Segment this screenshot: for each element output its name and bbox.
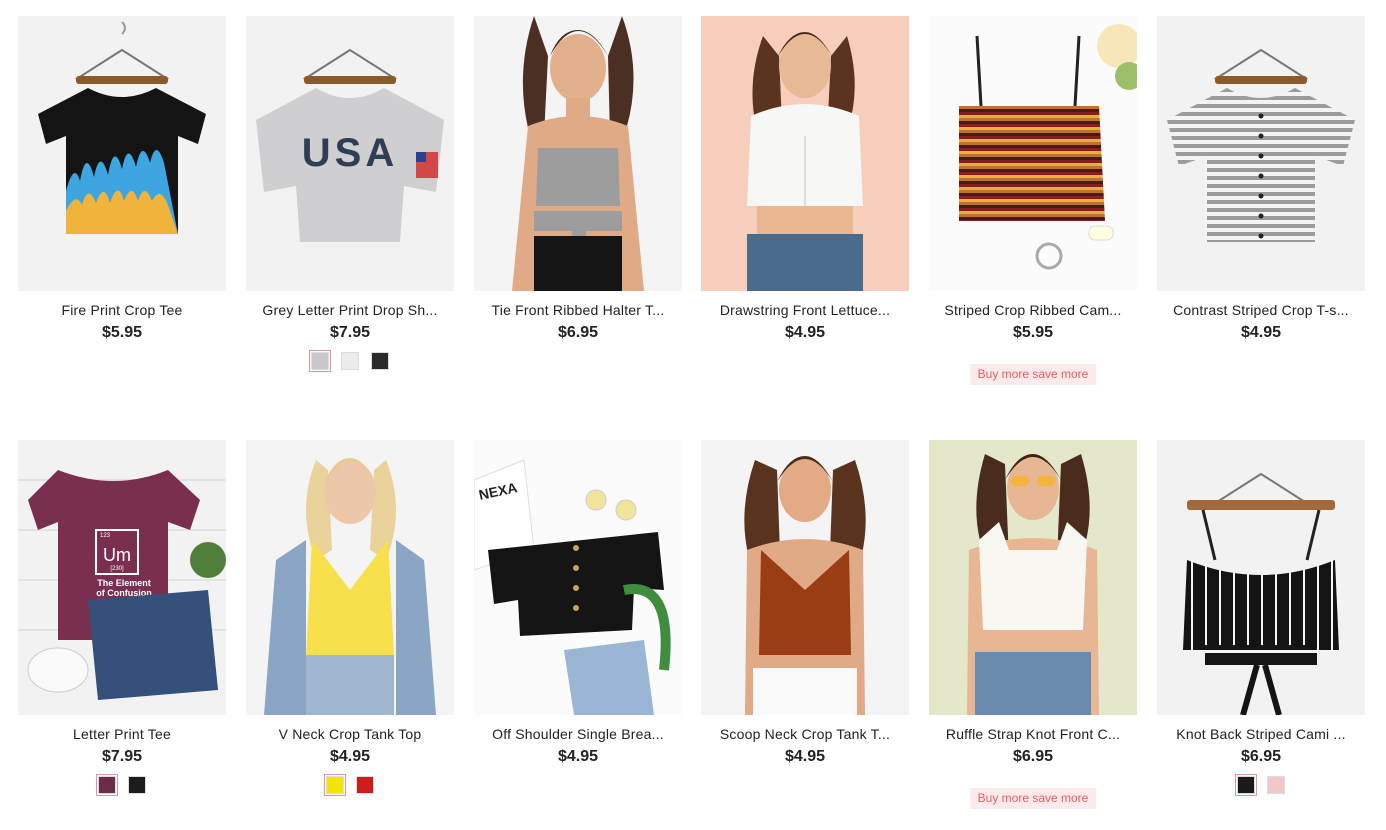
product-card[interactable]: NEXA Off Shoulder Single Brea... $4.95 [474,440,682,830]
product-title[interactable]: Striped Crop Ribbed Cam... [929,302,1137,318]
color-swatches [246,774,454,796]
product-card[interactable]: V Neck Crop Tank Top $4.95 [246,440,454,830]
product-title[interactable]: Drawstring Front Lettuce... [701,302,909,318]
color-swatch[interactable] [1235,774,1257,796]
product-card[interactable]: Knot Back Striped Cami ... $6.95 [1157,440,1365,830]
product-card[interactable]: Ruffle Strap Knot Front C... $6.95 Buy m… [929,440,1137,830]
product-price: $5.95 [1012,324,1054,341]
color-swatch[interactable] [341,352,359,370]
product-price: $7.95 [101,748,143,765]
element-mass: [230] [110,566,124,572]
color-swatch[interactable] [1267,776,1285,794]
product-row: 123 Um [230] The Element of Confusion Le… [18,440,1366,830]
product-card[interactable]: 123 Um [230] The Element of Confusion Le… [18,440,226,830]
element-number: 123 [100,533,111,539]
product-image[interactable]: NEXA [474,440,682,715]
product-card[interactable]: Fire Print Crop Tee $5.95 [18,16,226,406]
product-title[interactable]: Scoop Neck Crop Tank T... [701,726,909,742]
product-title[interactable]: V Neck Crop Tank Top [246,726,454,742]
product-title[interactable]: Contrast Striped Crop T-s... [1157,302,1365,318]
color-swatch[interactable] [96,774,118,796]
color-swatch[interactable] [128,776,146,794]
color-swatch[interactable] [324,774,346,796]
product-price: $4.95 [557,748,599,765]
color-swatches [246,350,454,372]
product-image[interactable]: 123 Um [230] The Element of Confusion [18,440,226,715]
product-image[interactable] [701,440,909,715]
product-price: $7.95 [329,324,371,341]
product-image[interactable] [246,440,454,715]
product-card[interactable]: Tie Front Ribbed Halter T... $6.95 [474,16,682,406]
product-title[interactable]: Letter Print Tee [18,726,226,742]
product-price: $6.95 [557,324,599,341]
product-image[interactable] [1157,440,1365,715]
buy-more-save-more-tag[interactable]: Buy more save more [970,364,1096,385]
color-swatch[interactable] [309,350,331,372]
product-price: $4.95 [329,748,371,765]
product-price: $4.95 [1240,324,1282,341]
color-swatch[interactable] [371,352,389,370]
product-price: $4.95 [784,748,826,765]
product-image[interactable] [1157,16,1365,291]
product-title[interactable]: Knot Back Striped Cami ... [1157,726,1365,742]
element-line1: The Element [97,578,151,588]
product-card[interactable]: Drawstring Front Lettuce... $4.95 [701,16,909,406]
product-title[interactable]: Ruffle Strap Knot Front C... [929,726,1137,742]
product-title[interactable]: Fire Print Crop Tee [18,302,226,318]
product-image[interactable] [701,16,909,291]
product-card[interactable]: Striped Crop Ribbed Cam... $5.95 Buy mor… [929,16,1137,406]
buy-more-save-more-tag[interactable]: Buy more save more [970,788,1096,809]
product-card[interactable]: Scoop Neck Crop Tank T... $4.95 [701,440,909,830]
product-price: $5.95 [101,324,143,341]
product-image[interactable] [929,16,1137,291]
color-swatches [1157,774,1365,796]
product-image[interactable] [474,16,682,291]
product-title[interactable]: Tie Front Ribbed Halter T... [474,302,682,318]
usa-print: USA [302,131,398,175]
product-price: $4.95 [784,324,826,341]
product-card[interactable]: USA Grey Letter Print Drop Sh... $7.95 [246,16,454,406]
color-swatch[interactable] [356,776,374,794]
product-card[interactable]: Contrast Striped Crop T-s... $4.95 [1157,16,1365,406]
product-title[interactable]: Grey Letter Print Drop Sh... [246,302,454,318]
product-price: $6.95 [1012,748,1054,765]
product-row: Fire Print Crop Tee $5.95 USA Grey Lette… [18,16,1366,406]
product-title[interactable]: Off Shoulder Single Brea... [474,726,682,742]
product-image[interactable] [929,440,1137,715]
element-symbol: Um [103,545,131,565]
product-image[interactable]: USA [246,16,454,291]
product-price: $6.95 [1240,748,1282,765]
color-swatches [18,774,226,796]
product-image[interactable] [18,16,226,291]
